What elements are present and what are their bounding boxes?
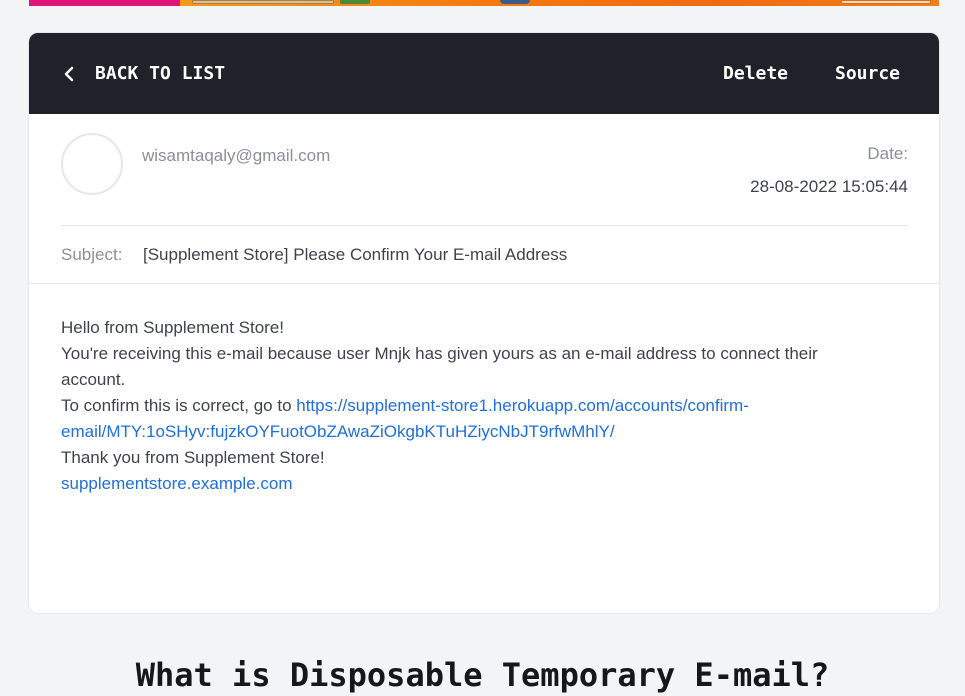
site-link[interactable]: supplementstore.example.com [61,474,293,493]
back-to-list-label: BACK TO LIST [95,63,226,84]
body-line-2: You're receiving this e-mail because use… [61,344,818,389]
ad-image-4 [841,0,931,4]
source-button[interactable]: Source [835,33,900,114]
ad-image-3 [500,0,530,4]
chevron-left-icon [59,66,79,82]
date-label: Date: [867,144,908,163]
section-title: What is Disposable Temporary E-mail? [135,656,830,694]
body-thanks: Thank you from Supplement Store! [61,448,325,467]
ad-banner[interactable] [29,0,939,6]
ad-banner-right [180,0,939,6]
ad-image-1 [192,0,334,4]
delete-button[interactable]: Delete [723,33,788,114]
subject-row: Subject: [Supplement Store] Please Confi… [61,226,908,283]
body-greeting: Hello from Supplement Store! [61,318,284,337]
body-confirm-line: To confirm this is correct, go to https:… [61,393,881,445]
confirm-prefix: To confirm this is correct, go to [61,396,297,415]
sender-address: wisamtaqaly@gmail.com [142,146,331,165]
email-toolbar: BACK TO LIST Delete Source [29,33,939,114]
email-viewer: BACK TO LIST Delete Source wisamtaqaly@g… [28,32,940,614]
back-to-list-button[interactable]: BACK TO LIST [59,33,225,114]
email-body: Hello from Supplement Store! You're rece… [61,315,881,497]
subject-label: Subject: [61,244,123,264]
date-value: 28-08-2022 15:05:44 [750,177,908,196]
divider [29,283,939,284]
ad-image-2 [340,0,370,4]
ad-banner-left [29,0,180,6]
email-header: wisamtaqaly@gmail.com Date: 28-08-2022 1… [61,114,908,226]
subject-text: [Supplement Store] Please Confirm Your E… [143,244,568,264]
avatar [61,133,123,195]
